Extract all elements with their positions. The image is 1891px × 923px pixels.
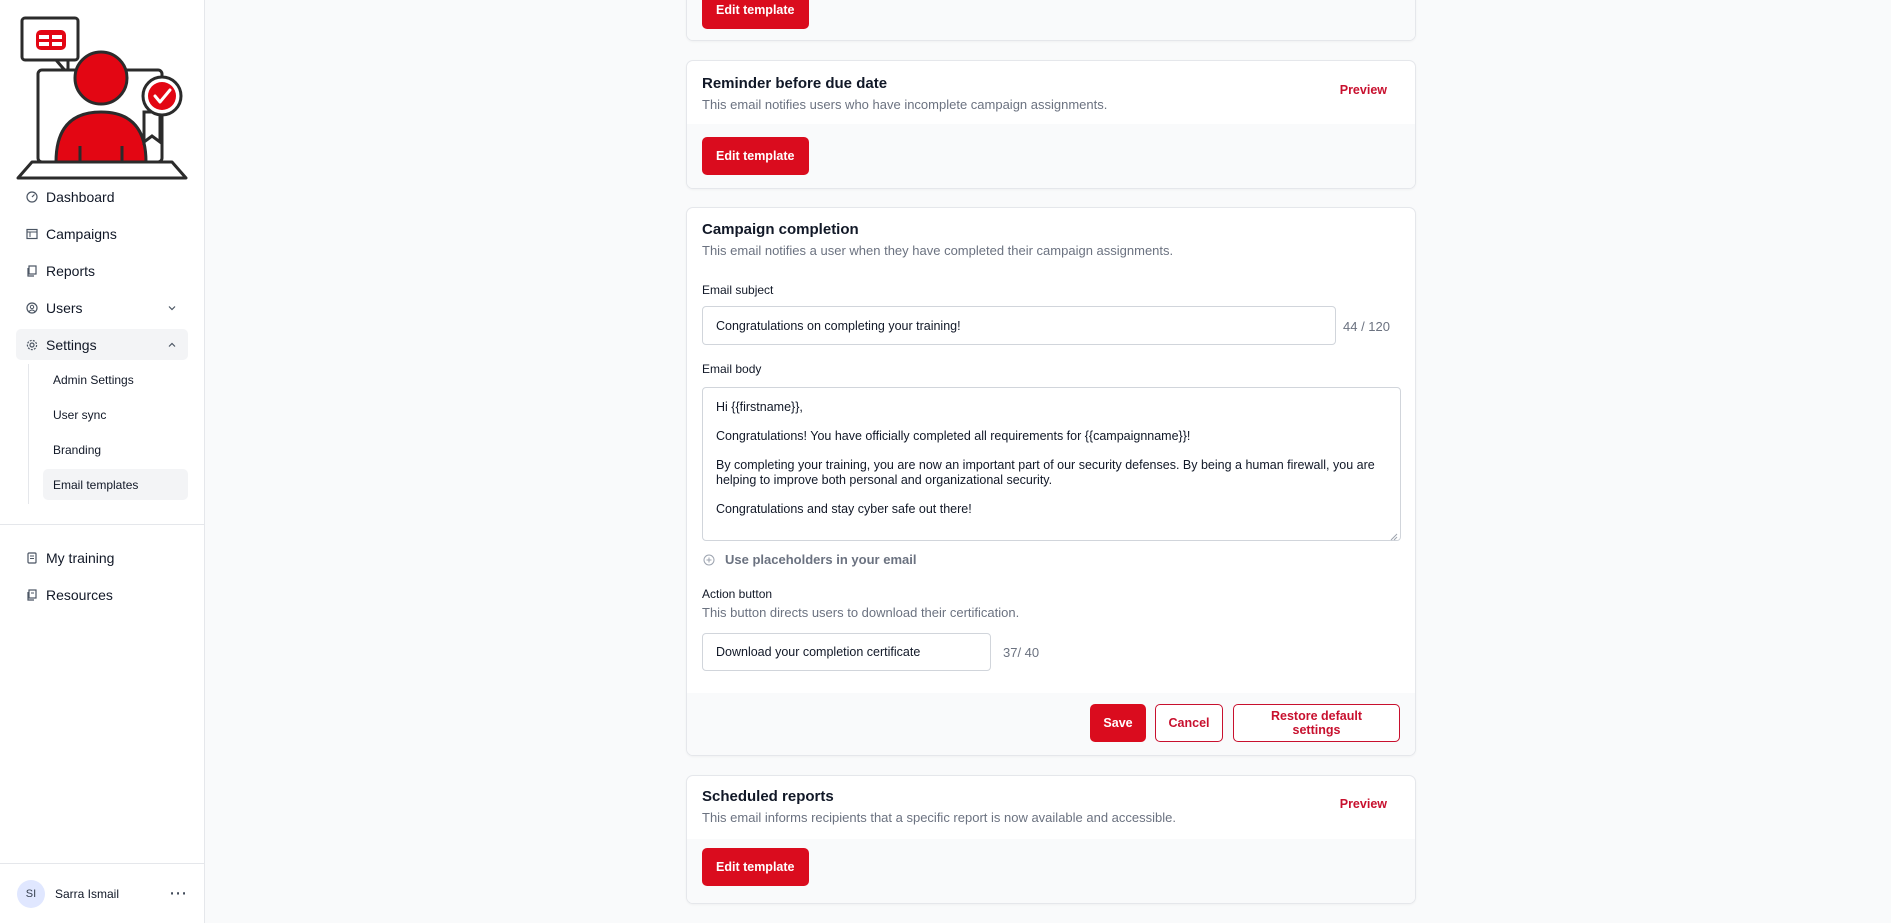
user-name: Sarra Ismail [55,886,120,901]
body-line: By completing your training, you are now… [716,458,1375,487]
nav-item-my-training[interactable]: My training [16,542,188,573]
subnav-email-templates[interactable]: Email templates [43,469,188,500]
body-line: Congratulations and stay cyber safe out … [716,502,972,516]
files-icon [26,588,38,601]
copy-icon [26,264,38,277]
chevron-up-icon [166,339,178,351]
email-subject-label: Email subject [702,283,774,297]
avatar: SI [17,879,45,908]
email-body-textarea[interactable]: Hi {{firstname}}, Congratulations! You h… [702,387,1401,541]
card-title: Campaign completion [702,221,859,238]
card-description: This email notifies a user when they hav… [702,243,1174,258]
edit-template-button[interactable]: Edit template [702,137,809,175]
action-button-text-input[interactable]: Download your completion certificate [702,633,991,671]
nav-label: Resources [46,586,113,603]
template-card-completion: Campaign completion This email notifies … [686,207,1416,756]
card-title: Scheduled reports [702,788,834,805]
restore-default-settings-button[interactable]: Restore default settings [1233,704,1400,742]
preview-link[interactable]: Preview [1340,83,1387,97]
plus-circle-icon [703,554,715,566]
nav-label: Settings [46,336,97,353]
template-card-reminder: Reminder before due date This email noti… [686,60,1416,189]
action-button-description: This button directs users to download th… [702,605,1020,620]
subnav-admin-settings[interactable]: Admin Settings [43,364,188,395]
subject-char-counter: 44 / 120 [1343,319,1390,334]
card-title: Reminder before due date [702,75,888,92]
body-line: Congratulations! You have officially com… [716,429,1191,443]
body-line: Hi {{firstname}}, [716,400,803,414]
user-profile[interactable]: SI Sarra Ismail ⋯ [0,863,205,923]
nav-label: Reports [46,262,96,279]
nav-label: Users [46,299,83,316]
nav-item-settings[interactable]: Settings [16,329,188,360]
template-card-scheduled-reports: Scheduled reports This email informs rec… [686,775,1416,904]
secondary-nav: My training Resources [16,542,188,610]
gauge-icon [26,190,38,203]
more-options-icon[interactable]: ⋯ [169,883,188,904]
edit-template-button[interactable]: Edit template [702,0,809,29]
email-body-label: Email body [702,362,762,376]
nav-item-reports[interactable]: Reports [16,255,188,286]
template-card-previous: Edit template [686,0,1416,41]
nav-label: Dashboard [46,188,115,205]
use-placeholders-toggle[interactable]: Use placeholders in your email [703,552,916,567]
calendar-icon [26,228,38,240]
subnav-user-sync[interactable]: User sync [43,399,188,430]
edit-template-button[interactable]: Edit template [702,848,809,886]
settings-subnav: Admin Settings User sync Branding Email … [28,364,188,504]
action-button-label: Action button [702,587,773,601]
nav-item-dashboard[interactable]: Dashboard [16,181,188,212]
brand-logo [16,16,188,182]
cancel-button[interactable]: Cancel [1155,704,1223,742]
nav-label: My training [46,549,115,566]
resize-handle-icon[interactable] [1390,530,1398,541]
action-char-counter: 37/ 40 [1003,645,1040,660]
main-nav: Dashboard Campaigns Reports Users Settin… [16,181,188,360]
preview-link[interactable]: Preview [1340,797,1387,811]
card-description: This email informs recipients that a spe… [702,810,1176,825]
nav-item-campaigns[interactable]: Campaigns [16,218,188,249]
nav-item-resources[interactable]: Resources [16,579,188,610]
nav-label: Campaigns [46,225,117,242]
card-description: This email notifies users who have incom… [702,97,1108,112]
subnav-branding[interactable]: Branding [43,434,188,465]
use-placeholders-label: Use placeholders in your email [725,552,917,567]
nav-item-users[interactable]: Users [16,292,188,323]
gear-icon [26,339,38,351]
book-icon [26,551,38,564]
save-button[interactable]: Save [1090,704,1146,742]
chevron-down-icon [166,302,178,314]
email-subject-input[interactable]: Congratulations on completing your train… [702,306,1336,345]
user-circle-icon [26,301,38,314]
sidebar: Dashboard Campaigns Reports Users Settin… [0,0,205,923]
sidebar-divider [0,524,205,525]
